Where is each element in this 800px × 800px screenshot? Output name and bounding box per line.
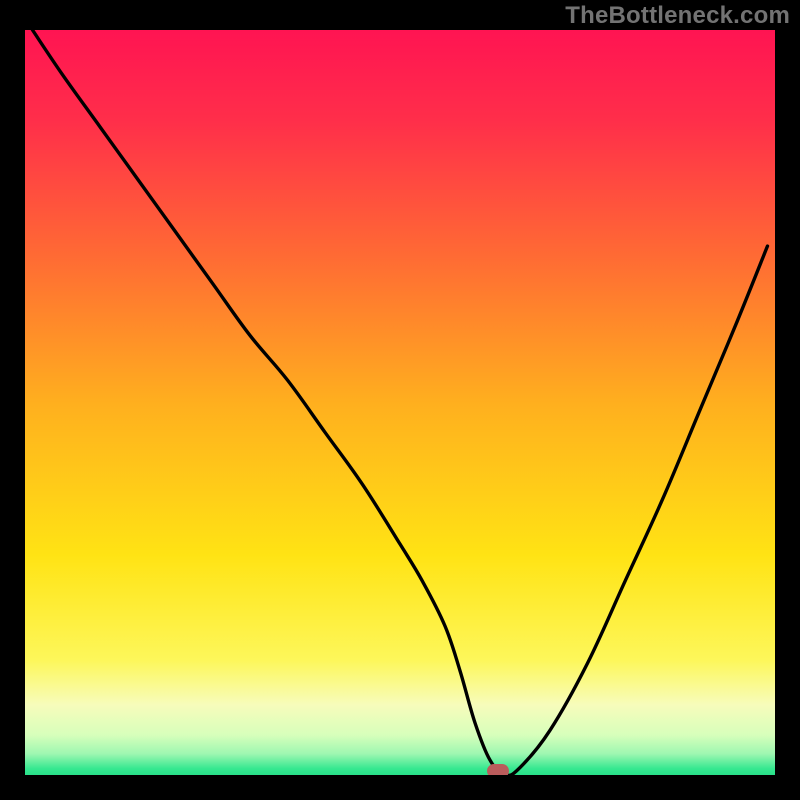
bottleneck-curve — [25, 30, 775, 775]
optimal-marker — [487, 764, 509, 775]
plot-area — [25, 30, 775, 775]
watermark-text: TheBottleneck.com — [565, 2, 790, 30]
chart-frame: TheBottleneck.com — [0, 0, 800, 800]
